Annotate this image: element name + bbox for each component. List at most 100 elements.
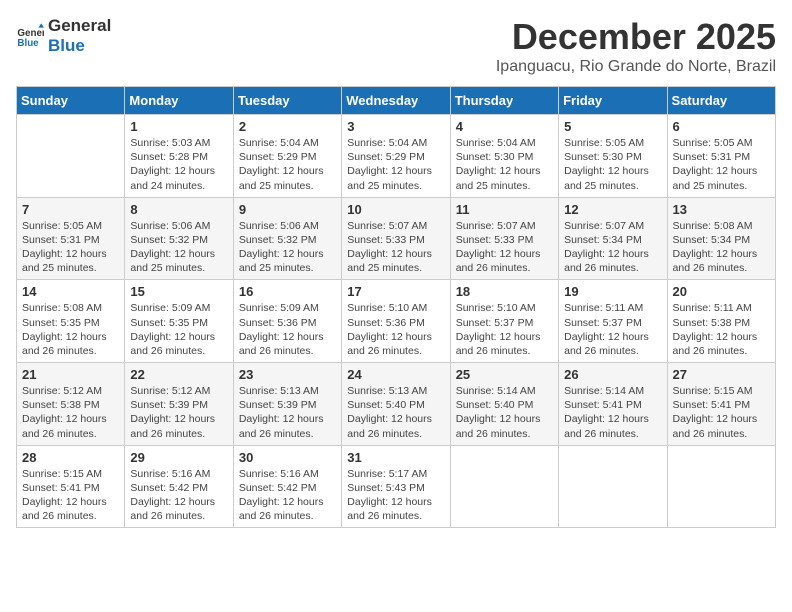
page-header: General Blue General Blue December 2025 … (16, 16, 776, 76)
calendar-cell: 4Sunrise: 5:04 AM Sunset: 5:30 PM Daylig… (450, 115, 558, 198)
calendar-week: 1Sunrise: 5:03 AM Sunset: 5:28 PM Daylig… (17, 115, 776, 198)
day-info: Sunrise: 5:05 AM Sunset: 5:31 PM Dayligh… (673, 136, 770, 193)
calendar-cell: 27 Sunrise: 5:15 AM Sunset: 5:41 PM Dayli… (667, 363, 775, 446)
day-info: Sunrise: 5:14 AM Sunset: 5:40 PM Dayligh… (456, 384, 553, 441)
calendar-cell: 24 Sunrise: 5:13 AM Sunset: 5:40 PM Dayli… (342, 363, 450, 446)
day-info: Sunrise: 5:11 AM Sunset: 5:38 PM Dayligh… (673, 301, 770, 358)
calendar-cell: 9 Sunrise: 5:06 AM Sunset: 5:32 PM Daylig… (233, 197, 341, 280)
calendar-cell: 20Sunrise: 5:11 AM Sunset: 5:38 PM Dayli… (667, 280, 775, 363)
day-info: Sunrise: 5:16 AM Sunset: 5:42 PM Dayligh… (130, 467, 227, 524)
calendar-cell: 15 Sunrise: 5:09 AM Sunset: 5:35 PM Dayli… (125, 280, 233, 363)
day-number: 18 (456, 284, 553, 299)
calendar-cell: 12Sunrise: 5:07 AM Sunset: 5:34 PM Dayli… (559, 197, 667, 280)
day-info: Sunrise: 5:06 AM Sunset: 5:32 PM Dayligh… (239, 219, 336, 276)
day-info: Sunrise: 5:11 AM Sunset: 5:37 PM Dayligh… (564, 301, 661, 358)
calendar-week: 28 Sunrise: 5:15 AM Sunset: 5:41 PM Dayli… (17, 445, 776, 528)
calendar-cell: 13 Sunrise: 5:08 AM Sunset: 5:34 PM Dayli… (667, 197, 775, 280)
day-number: 9 (239, 202, 336, 217)
calendar-cell: 31Sunrise: 5:17 AM Sunset: 5:43 PM Dayli… (342, 445, 450, 528)
calendar-cell: 30 Sunrise: 5:16 AM Sunset: 5:42 PM Dayli… (233, 445, 341, 528)
header-row: SundayMondayTuesdayWednesdayThursdayFrid… (17, 87, 776, 115)
day-number: 17 (347, 284, 444, 299)
day-info: Sunrise: 5:12 AM Sunset: 5:38 PM Dayligh… (22, 384, 119, 441)
calendar-cell: 25 Sunrise: 5:14 AM Sunset: 5:40 PM Dayli… (450, 363, 558, 446)
day-number: 28 (22, 450, 119, 465)
calendar-cell: 10 Sunrise: 5:07 AM Sunset: 5:33 PM Dayli… (342, 197, 450, 280)
day-number: 30 (239, 450, 336, 465)
day-info: Sunrise: 5:05 AM Sunset: 5:31 PM Dayligh… (22, 219, 119, 276)
day-info: Sunrise: 5:04 AM Sunset: 5:29 PM Dayligh… (239, 136, 336, 193)
header-day: Friday (559, 87, 667, 115)
header-day: Thursday (450, 87, 558, 115)
day-info: Sunrise: 5:04 AM Sunset: 5:29 PM Dayligh… (347, 136, 444, 193)
logo-line2: Blue (48, 36, 111, 56)
day-number: 15 (130, 284, 227, 299)
month-title: December 2025 (496, 16, 776, 58)
calendar-cell: 22 Sunrise: 5:12 AM Sunset: 5:39 PM Dayli… (125, 363, 233, 446)
header-day: Saturday (667, 87, 775, 115)
calendar-cell: 19 Sunrise: 5:11 AM Sunset: 5:37 PM Dayli… (559, 280, 667, 363)
day-info: Sunrise: 5:09 AM Sunset: 5:36 PM Dayligh… (239, 301, 336, 358)
calendar-cell (450, 445, 558, 528)
calendar-cell (17, 115, 125, 198)
day-info: Sunrise: 5:07 AM Sunset: 5:34 PM Dayligh… (564, 219, 661, 276)
day-info: Sunrise: 5:05 AM Sunset: 5:30 PM Dayligh… (564, 136, 661, 193)
day-number: 3 (347, 119, 444, 134)
day-number: 11 (456, 202, 553, 217)
day-number: 16 (239, 284, 336, 299)
day-number: 13 (673, 202, 770, 217)
day-info: Sunrise: 5:17 AM Sunset: 5:43 PM Dayligh… (347, 467, 444, 524)
calendar-cell: 14 Sunrise: 5:08 AM Sunset: 5:35 PM Dayli… (17, 280, 125, 363)
day-info: Sunrise: 5:03 AM Sunset: 5:28 PM Dayligh… (130, 136, 227, 193)
day-number: 14 (22, 284, 119, 299)
day-info: Sunrise: 5:07 AM Sunset: 5:33 PM Dayligh… (456, 219, 553, 276)
calendar-week: 7 Sunrise: 5:05 AM Sunset: 5:31 PM Daylig… (17, 197, 776, 280)
day-info: Sunrise: 5:06 AM Sunset: 5:32 PM Dayligh… (130, 219, 227, 276)
day-number: 7 (22, 202, 119, 217)
logo: General Blue General Blue (16, 16, 111, 57)
day-info: Sunrise: 5:16 AM Sunset: 5:42 PM Dayligh… (239, 467, 336, 524)
header-day: Sunday (17, 87, 125, 115)
calendar-cell: 28 Sunrise: 5:15 AM Sunset: 5:41 PM Dayli… (17, 445, 125, 528)
day-info: Sunrise: 5:15 AM Sunset: 5:41 PM Dayligh… (673, 384, 770, 441)
title-area: December 2025 Ipanguacu, Rio Grande do N… (496, 16, 776, 76)
day-info: Sunrise: 5:13 AM Sunset: 5:39 PM Dayligh… (239, 384, 336, 441)
calendar-week: 14 Sunrise: 5:08 AM Sunset: 5:35 PM Dayli… (17, 280, 776, 363)
location-title: Ipanguacu, Rio Grande do Norte, Brazil (496, 58, 776, 76)
calendar-cell: 16 Sunrise: 5:09 AM Sunset: 5:36 PM Dayli… (233, 280, 341, 363)
calendar-cell: 2Sunrise: 5:04 AM Sunset: 5:29 PM Daylig… (233, 115, 341, 198)
day-info: Sunrise: 5:07 AM Sunset: 5:33 PM Dayligh… (347, 219, 444, 276)
svg-text:Blue: Blue (17, 38, 39, 49)
calendar-cell: 11 Sunrise: 5:07 AM Sunset: 5:33 PM Dayli… (450, 197, 558, 280)
header-day: Wednesday (342, 87, 450, 115)
day-number: 6 (673, 119, 770, 134)
calendar-cell: 5 Sunrise: 5:05 AM Sunset: 5:30 PM Daylig… (559, 115, 667, 198)
day-number: 26 (564, 367, 661, 382)
calendar-cell: 6 Sunrise: 5:05 AM Sunset: 5:31 PM Daylig… (667, 115, 775, 198)
day-number: 19 (564, 284, 661, 299)
day-number: 25 (456, 367, 553, 382)
calendar-cell (667, 445, 775, 528)
day-number: 21 (22, 367, 119, 382)
calendar-cell (559, 445, 667, 528)
logo-icon: General Blue (16, 22, 44, 50)
day-info: Sunrise: 5:12 AM Sunset: 5:39 PM Dayligh… (130, 384, 227, 441)
day-number: 4 (456, 119, 553, 134)
calendar-cell: 26 Sunrise: 5:14 AM Sunset: 5:41 PM Dayli… (559, 363, 667, 446)
calendar-table: SundayMondayTuesdayWednesdayThursdayFrid… (16, 86, 776, 528)
day-info: Sunrise: 5:08 AM Sunset: 5:34 PM Dayligh… (673, 219, 770, 276)
day-number: 27 (673, 367, 770, 382)
day-info: Sunrise: 5:08 AM Sunset: 5:35 PM Dayligh… (22, 301, 119, 358)
day-info: Sunrise: 5:10 AM Sunset: 5:36 PM Dayligh… (347, 301, 444, 358)
day-info: Sunrise: 5:15 AM Sunset: 5:41 PM Dayligh… (22, 467, 119, 524)
day-number: 10 (347, 202, 444, 217)
day-info: Sunrise: 5:14 AM Sunset: 5:41 PM Dayligh… (564, 384, 661, 441)
day-number: 22 (130, 367, 227, 382)
calendar-cell: 17 Sunrise: 5:10 AM Sunset: 5:36 PM Dayli… (342, 280, 450, 363)
calendar-week: 21 Sunrise: 5:12 AM Sunset: 5:38 PM Dayli… (17, 363, 776, 446)
day-info: Sunrise: 5:09 AM Sunset: 5:35 PM Dayligh… (130, 301, 227, 358)
day-info: Sunrise: 5:13 AM Sunset: 5:40 PM Dayligh… (347, 384, 444, 441)
day-number: 24 (347, 367, 444, 382)
day-number: 5 (564, 119, 661, 134)
header-day: Monday (125, 87, 233, 115)
